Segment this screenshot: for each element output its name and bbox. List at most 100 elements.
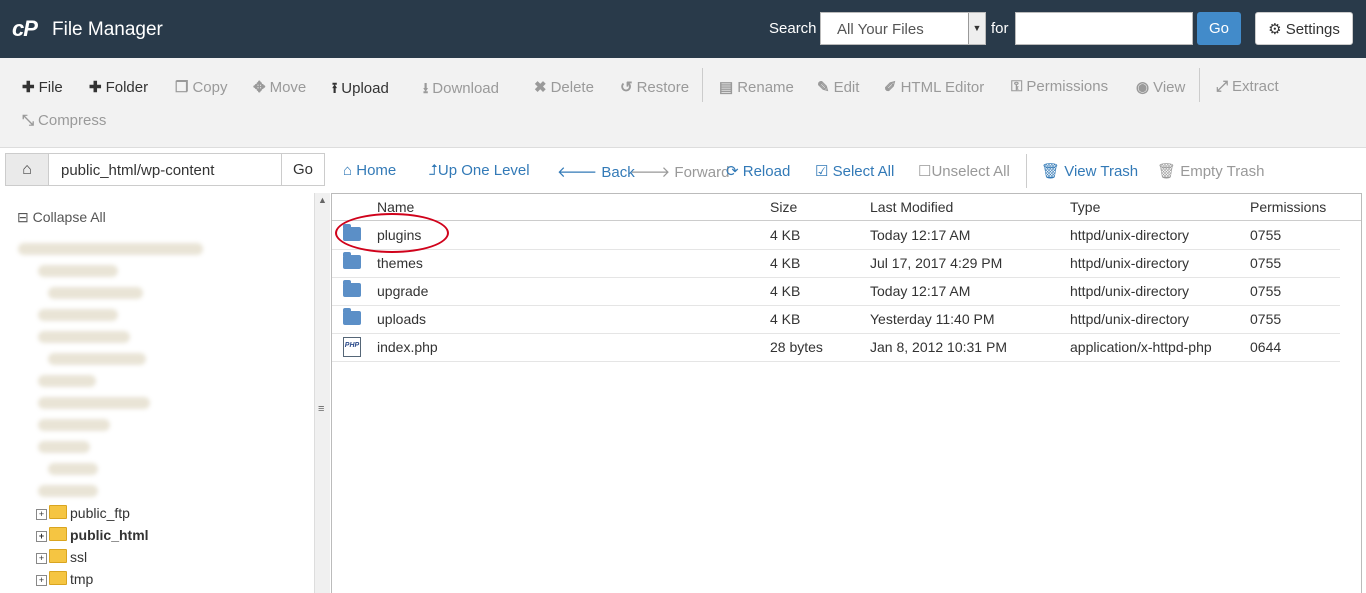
- table-row[interactable]: upgrade 4 KB Today 12:17 AM httpd/unix-d…: [332, 277, 1340, 306]
- search-input[interactable]: [1015, 12, 1193, 45]
- pane-resize-handle[interactable]: ≡: [318, 403, 324, 415]
- nav-home-button[interactable]: ⌂ Home: [343, 162, 396, 179]
- home-icon: ⌂: [343, 162, 353, 179]
- expand-plus-icon[interactable]: +: [36, 531, 47, 542]
- path-go-button[interactable]: Go: [281, 154, 324, 185]
- expand-plus-icon[interactable]: +: [36, 553, 47, 564]
- table-row[interactable]: uploads 4 KB Yesterday 11:40 PM httpd/un…: [332, 305, 1340, 334]
- column-header-permissions[interactable]: Permissions: [1250, 199, 1326, 215]
- row-size: 28 bytes: [770, 339, 823, 355]
- cpanel-logo[interactable]: cP: [12, 16, 38, 42]
- nav-back-button[interactable]: 🡐 Back: [557, 162, 635, 181]
- tree-item-ssl[interactable]: + ssl: [36, 549, 87, 565]
- extract-button[interactable]: ⤢ Extract: [1216, 78, 1279, 95]
- tree-redacted-row: [38, 441, 90, 453]
- tree-item-public-html[interactable]: + public_html: [36, 527, 149, 543]
- table-row[interactable]: plugins 4 KB Today 12:17 AM httpd/unix-d…: [332, 221, 1340, 250]
- delete-label: Delete: [550, 79, 594, 96]
- toolbar-divider: [702, 68, 703, 102]
- html-editor-button[interactable]: ✐ HTML Editor: [884, 78, 984, 96]
- settings-button[interactable]: ⚙ Settings: [1255, 12, 1353, 45]
- new-file-button[interactable]: ✚ File: [22, 78, 63, 96]
- tree-redacted-row: [38, 419, 110, 431]
- column-header-type[interactable]: Type: [1070, 199, 1100, 215]
- delete-button[interactable]: ✖ Delete: [534, 78, 594, 96]
- row-name[interactable]: upgrade: [377, 283, 428, 299]
- path-input[interactable]: public_html/wp-content: [61, 162, 214, 179]
- compress-button[interactable]: ⤡ Compress: [22, 112, 106, 129]
- tree-item-tmp[interactable]: + tmp: [36, 571, 93, 587]
- row-name[interactable]: themes: [377, 255, 423, 271]
- move-icon: ✥: [253, 79, 266, 96]
- nav-view-trash-label: View Trash: [1064, 163, 1139, 180]
- nav-home-label: Home: [356, 162, 397, 179]
- arrow-left-icon: 🡐: [557, 164, 598, 181]
- scroll-up-arrow-icon[interactable]: ▲: [318, 195, 327, 205]
- row-modified: Today 12:17 AM: [870, 283, 971, 299]
- column-header-last-modified[interactable]: Last Modified: [870, 199, 953, 215]
- nav-empty-trash-label: Empty Trash: [1180, 163, 1265, 180]
- tree-redacted-row: [48, 463, 98, 475]
- search-label: Search: [769, 20, 817, 37]
- eye-icon: ◉: [1136, 79, 1150, 96]
- plus-icon: ✚: [22, 79, 35, 96]
- undo-icon: ↺: [620, 79, 633, 96]
- restore-button[interactable]: ↺ Restore: [620, 78, 689, 96]
- row-permissions: 0755: [1250, 227, 1282, 243]
- expand-plus-icon[interactable]: +: [36, 575, 47, 586]
- view-button[interactable]: ◉ View: [1136, 78, 1185, 96]
- tree-scrollbar[interactable]: ▲ ≡: [314, 193, 330, 593]
- permissions-button[interactable]: ⚿ Permissions: [1011, 78, 1108, 95]
- rename-button[interactable]: ▤ Rename: [719, 78, 794, 96]
- tree-redacted-row: [38, 331, 130, 343]
- column-header-size[interactable]: Size: [770, 199, 797, 215]
- nav-up-one-level-button[interactable]: ⮥Up One Level: [429, 162, 530, 179]
- nav-unselect-all-button[interactable]: ☐Unselect All: [918, 162, 1010, 180]
- copy-button[interactable]: ❐ Copy: [175, 78, 227, 96]
- new-file-label: File: [38, 79, 63, 96]
- row-type: httpd/unix-directory: [1070, 311, 1190, 327]
- chevron-down-icon[interactable]: ▼: [968, 13, 985, 44]
- download-button[interactable]: ⭳ Download: [423, 78, 499, 103]
- tree-item-label: public_html: [70, 527, 149, 543]
- row-size: 4 KB: [770, 283, 801, 299]
- table-row[interactable]: PHP index.php 28 bytes Jan 8, 2012 10:31…: [332, 333, 1340, 362]
- row-size: 4 KB: [770, 227, 801, 243]
- copy-label: Copy: [192, 79, 228, 96]
- nav-empty-trash-button[interactable]: 🗑 Empty Trash: [1157, 162, 1264, 180]
- checkbox-checked-icon: ☑: [815, 163, 829, 180]
- html-editor-label: HTML Editor: [900, 79, 985, 96]
- edit-button[interactable]: ✎ Edit: [817, 78, 859, 96]
- upload-button[interactable]: ⭱ Upload: [332, 78, 389, 103]
- expand-plus-icon[interactable]: +: [36, 509, 47, 520]
- row-permissions: 0755: [1250, 283, 1282, 299]
- search-scope-select[interactable]: All Your Files ▼: [820, 12, 986, 45]
- upload-icon: ⭱: [332, 80, 338, 97]
- reload-icon: ⟳: [726, 163, 739, 180]
- folder-icon: [343, 308, 361, 325]
- expand-icon: ⤢: [1216, 78, 1229, 95]
- move-button[interactable]: ✥ Move: [253, 78, 306, 96]
- search-go-button[interactable]: Go: [1197, 12, 1241, 45]
- new-folder-button[interactable]: ✚ Folder: [89, 78, 148, 96]
- tree-item-label: ssl: [70, 549, 88, 565]
- nav-up-label: Up One Level: [437, 162, 530, 179]
- row-modified: Today 12:17 AM: [870, 227, 971, 243]
- plus-icon: ✚: [89, 79, 102, 96]
- tree-redacted-row: [38, 397, 150, 409]
- tree-item-public-ftp[interactable]: + public_ftp: [36, 505, 130, 521]
- download-label: Download: [432, 80, 499, 97]
- collapse-all-button[interactable]: ⊟ Collapse All: [17, 209, 106, 226]
- table-row[interactable]: themes 4 KB Jul 17, 2017 4:29 PM httpd/u…: [332, 249, 1340, 278]
- nav-reload-button[interactable]: ⟳ Reload: [726, 162, 790, 180]
- home-icon[interactable]: ⌂: [6, 154, 49, 185]
- collapse-all-label: Collapse All: [32, 209, 106, 225]
- nav-view-trash-button[interactable]: 🗑 View Trash: [1041, 162, 1138, 180]
- collapse-icon: ⊟: [17, 209, 29, 225]
- row-name[interactable]: index.php: [377, 339, 438, 355]
- row-name[interactable]: uploads: [377, 311, 426, 327]
- tree-redacted-row: [38, 265, 118, 277]
- folder-icon: [49, 505, 67, 519]
- nav-forward-button[interactable]: 🡒 Forward: [630, 162, 729, 181]
- nav-select-all-button[interactable]: ☑ Select All: [815, 162, 894, 180]
